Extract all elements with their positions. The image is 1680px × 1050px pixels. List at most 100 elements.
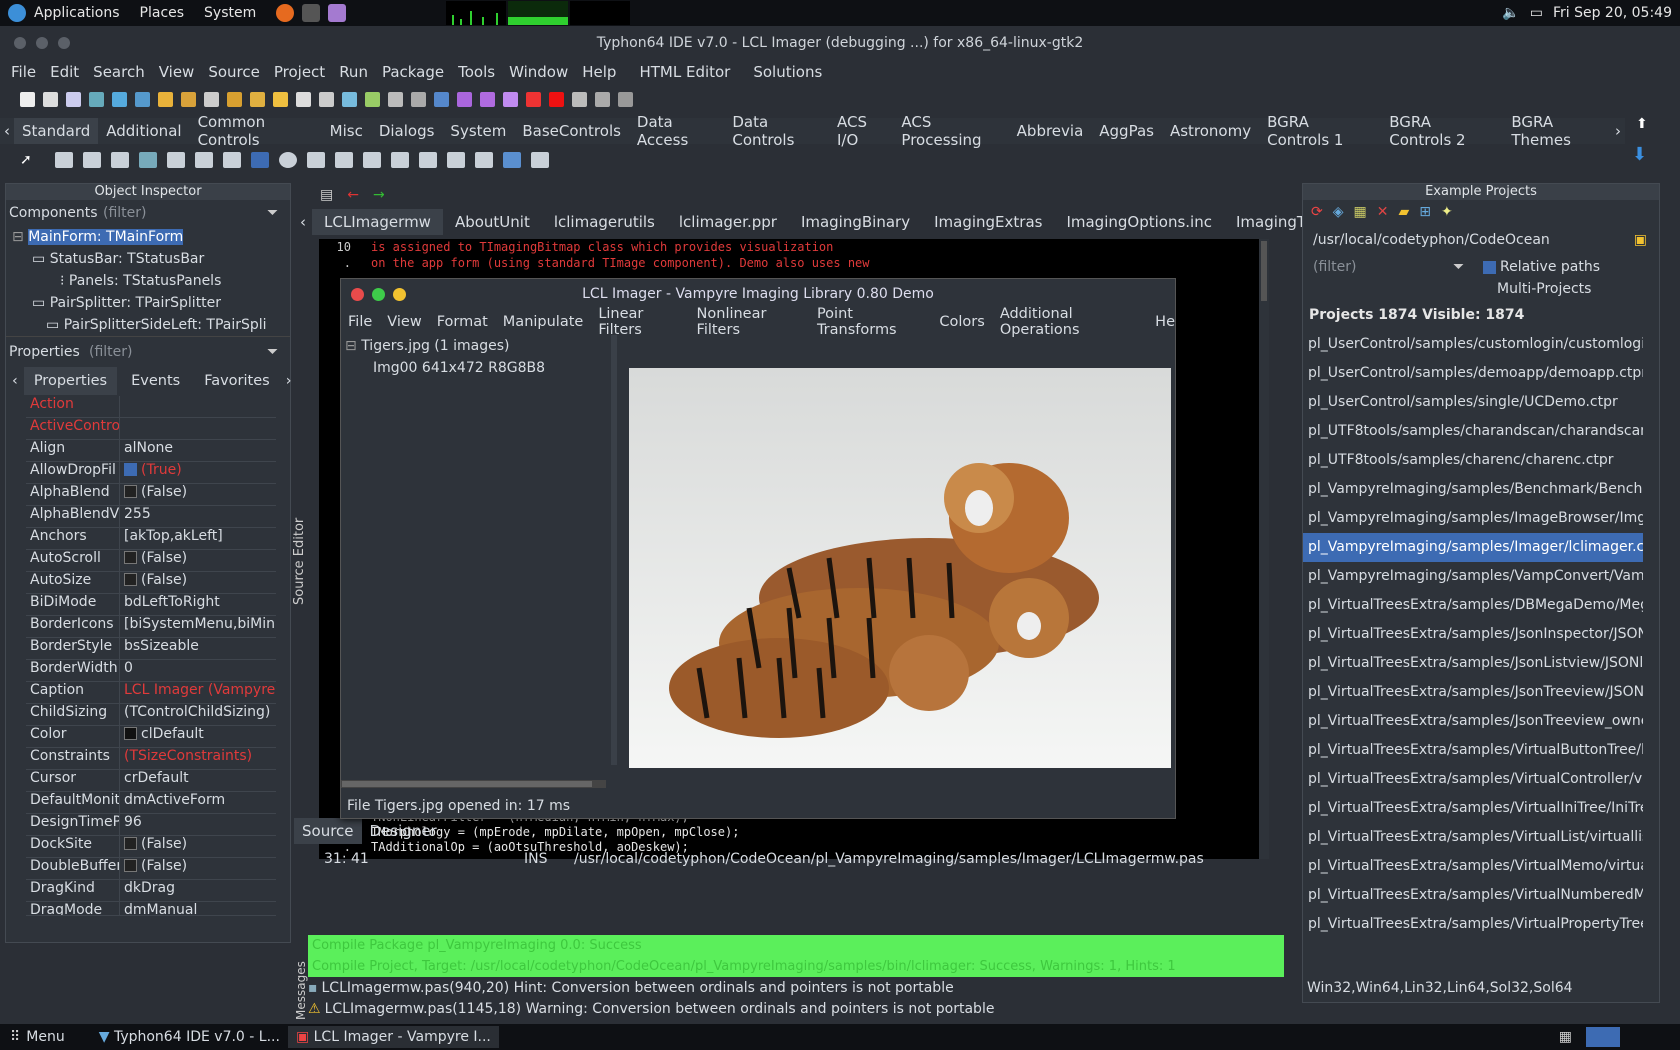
view-forms-icon[interactable]	[411, 91, 426, 107]
tab-dialogs[interactable]: Dialogs	[371, 118, 443, 144]
tlabel-icon[interactable]	[138, 152, 157, 168]
imager-close-button[interactable]	[351, 288, 364, 301]
tab-bgra-controls-1[interactable]: BGRA Controls 1	[1259, 109, 1381, 153]
palette-up-arrow-icon[interactable]: ⬆	[1636, 116, 1648, 132]
tree-item-pairsplitter[interactable]: ▭ PairSplitter: TPairSplitter	[12, 292, 290, 314]
options-icon[interactable]	[457, 91, 472, 107]
show-desktop-button[interactable]	[1586, 1027, 1620, 1047]
list-item[interactable]: pl_VirtualTreesExtra/samples/VirtualList…	[1303, 823, 1643, 852]
tab-imagingbinary[interactable]: ImagingBinary	[789, 209, 922, 235]
tab-lclimager-ppr[interactable]: lclimager.ppr	[667, 209, 789, 235]
run-icon[interactable]	[480, 91, 495, 107]
wizard-icon[interactable]: ✦	[1441, 204, 1453, 220]
tree-item-pairsplitterside[interactable]: ▭ PairSplitterSideLeft: TPairSpli	[12, 314, 290, 336]
tab-bgra-controls-2[interactable]: BGRA Controls 2	[1381, 109, 1503, 153]
system-menu[interactable]: System	[204, 5, 256, 21]
prop-row[interactable]: Anchors [akTop,akLeft]	[26, 528, 276, 550]
list-item[interactable]: pl_VirtualTreesExtra/samples/VirtualCont…	[1303, 765, 1643, 794]
palette-scroll-left-icon[interactable]: ‹	[0, 118, 14, 144]
tedit-icon[interactable]	[166, 152, 185, 168]
tab-source[interactable]: Source	[294, 818, 362, 844]
taskbar-menu-icon[interactable]: ⠿	[10, 1029, 20, 1045]
message-compile-package[interactable]: Compile Package pl_VampyreImaging 0.0: S…	[308, 935, 1284, 956]
folder-icon[interactable]: ▰	[1398, 204, 1409, 220]
imager-menu-manipulate[interactable]: Manipulate	[503, 314, 584, 330]
menu-help[interactable]: Help	[582, 63, 616, 81]
list-item[interactable]: pl_VirtualTreesExtra/samples/VirtualProp…	[1303, 910, 1643, 939]
list-item[interactable]: pl_VirtualTreesExtra/samples/JsonListvie…	[1303, 649, 1643, 678]
tab-favorites[interactable]: Favorites	[194, 367, 280, 395]
imager-menu-view[interactable]: View	[387, 314, 421, 330]
editor-menu-icon[interactable]: ▤	[320, 187, 333, 203]
search-icon[interactable]	[135, 91, 150, 107]
open-icon[interactable]	[158, 91, 173, 107]
checkbox-icon[interactable]	[124, 573, 137, 586]
imager-menu-additional-operations[interactable]: Additional Operations	[1000, 306, 1140, 338]
prop-row[interactable]: DesignTimeP 96	[26, 814, 276, 836]
browse-folder-icon[interactable]: ▣	[1626, 232, 1655, 248]
imager-maximize-button[interactable]	[372, 288, 385, 301]
prop-row[interactable]: AutoSize (False)	[26, 572, 276, 594]
applications-menu[interactable]: Applications	[34, 5, 120, 21]
list-item[interactable]: pl_VampyreImaging/samples/Benchmark/Benc…	[1303, 475, 1643, 504]
workspace-switcher-icon[interactable]: ▦	[1559, 1029, 1572, 1045]
checkbox-icon[interactable]	[124, 837, 137, 850]
tab-properties[interactable]: Properties	[23, 367, 118, 395]
palette-down-arrow-icon[interactable]: ⬇	[1632, 144, 1647, 165]
checkbox-icon[interactable]	[124, 859, 137, 872]
prop-row[interactable]: Action	[26, 396, 276, 418]
volume-icon[interactable]: 🔈	[1502, 5, 1519, 21]
tab-acs-io[interactable]: ACS I/O	[829, 109, 893, 153]
splitter-handle[interactable]	[611, 335, 617, 765]
imager-menu-colors[interactable]: Colors	[939, 314, 984, 330]
project-path-input[interactable]: /usr/local/codetyphon/CodeOcean	[1307, 232, 1626, 248]
prop-row[interactable]: DockSite (False)	[26, 836, 276, 858]
tree-item-panels[interactable]: ⁝ Panels: TStatusPanels	[12, 270, 290, 292]
tree-hscrollbar[interactable]	[341, 780, 606, 788]
imager-menu-nonlinear-filters[interactable]: Nonlinear Filters	[697, 306, 802, 338]
delete-icon[interactable]: ✕	[1377, 204, 1389, 220]
tab-abbrevia[interactable]: Abbrevia	[1009, 118, 1092, 144]
maximize-window-button[interactable]	[58, 37, 70, 49]
checkbox-icon[interactable]	[124, 485, 137, 498]
list-item[interactable]: pl_UTF8tools/samples/charenc/charenc.ctp…	[1303, 446, 1643, 475]
prop-row[interactable]: AlphaBlendVa 255	[26, 506, 276, 528]
toggle-form-icon[interactable]	[434, 91, 449, 107]
toggle-icon[interactable]	[250, 91, 265, 107]
tab-imagingextras[interactable]: ImagingExtras	[922, 209, 1054, 235]
tab-misc[interactable]: Misc	[322, 118, 371, 144]
tmainmenu-icon[interactable]	[54, 152, 73, 168]
list-item[interactable]: pl_VirtualTreesExtra/samples/JsonInspect…	[1303, 620, 1643, 649]
prop-row[interactable]: AutoScroll (False)	[26, 550, 276, 572]
forward-arrow-icon[interactable]: →	[373, 187, 385, 203]
tabs-left-icon[interactable]: ‹	[294, 209, 312, 235]
menu-package[interactable]: Package	[382, 63, 444, 81]
terminal-icon[interactable]	[302, 4, 321, 22]
taskbar-item-typhon[interactable]: ▼ Typhon64 IDE v7.0 - L...	[91, 1026, 288, 1048]
build-icon[interactable]: ▦	[1354, 204, 1367, 220]
messages-side-label[interactable]: Messages	[294, 961, 308, 1020]
prop-row[interactable]: DragMode dmManual	[26, 902, 276, 916]
stop-icon[interactable]	[549, 91, 564, 107]
message-hint[interactable]: ▪ LCLImagermw.pas(940,20) Hint: Conversio…	[308, 977, 1284, 998]
step-into-icon[interactable]	[572, 91, 587, 107]
package-icon[interactable]	[181, 91, 196, 107]
tab-standard[interactable]: Standard	[14, 118, 99, 144]
tcheckgroup-icon[interactable]	[446, 152, 465, 168]
checkbox-icon[interactable]	[124, 463, 137, 476]
tradiogroup-icon[interactable]	[418, 152, 437, 168]
tab-system[interactable]: System	[442, 118, 514, 144]
imager-minimize-button[interactable]	[393, 288, 406, 301]
tcombobox-icon[interactable]	[334, 152, 353, 168]
taskbar-item-imager[interactable]: ▣ LCL Imager - Vampyre I...	[287, 1026, 499, 1048]
filter-icon[interactable]: ⏷	[267, 205, 287, 221]
tbutton-icon[interactable]	[110, 152, 129, 168]
ttogglebox-icon[interactable]	[222, 152, 241, 168]
tcheckbox-icon[interactable]	[250, 152, 269, 168]
find-icon[interactable]	[112, 91, 127, 107]
prop-row[interactable]: Cursor crDefault	[26, 770, 276, 792]
close-window-button[interactable]	[14, 37, 26, 49]
list-item[interactable]: pl_VirtualTreesExtra/samples/VirtualIniT…	[1303, 794, 1643, 823]
tab-aggpas[interactable]: AggPas	[1091, 118, 1162, 144]
tab-common-controls[interactable]: Common Controls	[190, 109, 322, 153]
